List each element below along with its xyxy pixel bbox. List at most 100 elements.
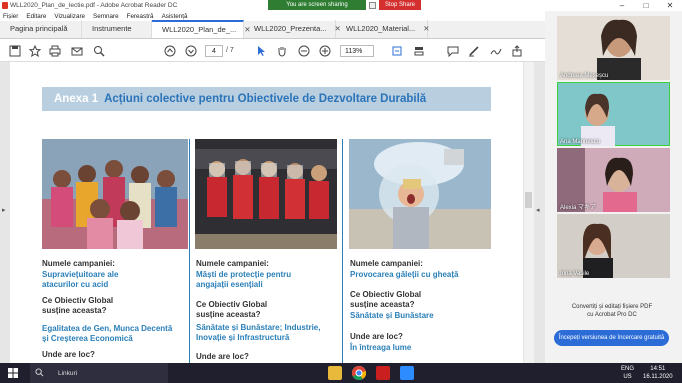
column-divider [342, 139, 343, 363]
goal-label: susține aceasta? [350, 300, 415, 309]
goal-label: Ce Obiectiv Global [196, 300, 268, 309]
pdf-page: Anexa 1 Acțiuni colective pentru Obiecti… [10, 62, 523, 363]
file-explorer-icon[interactable] [328, 366, 342, 380]
windows-start-icon[interactable] [8, 368, 18, 378]
menu-help[interactable]: Asistență [162, 13, 188, 20]
windows-taskbar: Linkuri ENG US 14:51 16.11.2020 [0, 363, 682, 383]
campaign-name-label: Numele campaniei: [42, 259, 115, 268]
sign-icon[interactable] [489, 44, 503, 58]
menu-window[interactable]: Fereastră [127, 13, 154, 20]
vertical-scrollbar[interactable] [524, 62, 534, 363]
tab-document-plan[interactable]: WLL2020_Plan_de_... ✕ [152, 20, 251, 38]
left-collapse-arrow-icon[interactable]: ▸ [2, 206, 6, 214]
goal-label: Ce Obiectiv Global [350, 290, 422, 299]
window-title: WLL2020_Plan_de_lectie.pdf - Adobe Acrob… [10, 2, 178, 9]
search-icon[interactable] [92, 44, 106, 58]
goal-value: și Creșterea Economică [42, 334, 133, 343]
page-total: / 7 [226, 47, 234, 54]
tab-home[interactable]: Pagina principală [0, 20, 82, 38]
previous-page-icon[interactable] [163, 44, 177, 58]
acrobat-taskbar-icon[interactable] [376, 366, 390, 380]
location-label: Unde are loc? [196, 352, 249, 361]
zoom-level-select[interactable]: 113% [340, 45, 374, 57]
right-panel-toggle-icon[interactable]: ◂ [536, 206, 540, 214]
language-indicator[interactable]: ENG US [621, 365, 634, 381]
location-label: Unde are loc? [350, 332, 403, 341]
annex-title: Acțiuni colective pentru Obiectivele de … [104, 93, 427, 105]
close-button[interactable]: ✕ [658, 0, 682, 11]
page-number-input[interactable]: 4 [205, 45, 223, 57]
photo-ice-bucket-challenge [349, 139, 491, 249]
system-clock[interactable]: 14:51 16.11.2020 [643, 365, 673, 381]
tab-document-plan-label: WLL2020_Plan_de_... [162, 25, 237, 34]
screen-share-bar: You are screen sharing Stop Share [268, 0, 422, 10]
language-code: ENG [621, 366, 635, 372]
participant-name: Andreea Meseșcu [560, 73, 609, 79]
video-tile[interactable]: Irina Vasile [557, 214, 670, 278]
photo-face-shields [195, 139, 337, 249]
campaign-name-value: atacurilor cu acid [42, 280, 109, 289]
close-tab-icon[interactable]: ✕ [423, 24, 429, 33]
tab-document-presentation-label: WLL2020_Prezenta... [254, 24, 327, 33]
document-viewer[interactable]: Anexa 1 Acțiuni colective pentru Obiecti… [0, 62, 545, 363]
select-cursor-icon[interactable] [254, 44, 268, 58]
menu-sign[interactable]: Semnare [93, 13, 119, 20]
share-options-icon[interactable] [369, 1, 376, 9]
goal-value: Inovație și Infrastructură [196, 333, 290, 342]
photo-acid-attack-survivors [42, 139, 188, 249]
next-page-icon[interactable] [184, 44, 198, 58]
minimize-button[interactable]: – [610, 0, 634, 11]
tab-tools[interactable]: Instrumente [82, 20, 152, 38]
menu-file[interactable]: Fișier [3, 13, 18, 20]
highlight-pen-icon[interactable] [467, 44, 481, 58]
tab-document-material[interactable]: WLL2020_Material... ✕ [336, 20, 430, 38]
zoom-in-icon[interactable] [318, 44, 332, 58]
fit-page-icon[interactable] [390, 44, 404, 58]
tab-home-label: Pagina principală [10, 24, 68, 33]
start-free-trial-button[interactable]: Începeți versiunea de încercare gratuită [554, 330, 669, 346]
zoom-out-icon[interactable] [297, 44, 311, 58]
campaign-name-value: Măști de protecție pentru [196, 270, 292, 279]
column-divider [189, 139, 190, 363]
clock-date: 16.11.2020 [643, 374, 673, 380]
promo-line-2: cu Acrobat Pro DC [587, 312, 637, 318]
annex-heading: Anexa 1 Acțiuni colective pentru Obiecti… [42, 87, 491, 111]
taskbar-search-box[interactable]: Linkuri [30, 363, 168, 383]
scroll-mode-icon[interactable] [412, 44, 426, 58]
goal-value: Sănătate și Bunăstare [350, 311, 434, 320]
video-tile[interactable]: Alexia マキア [557, 148, 670, 212]
annex-prefix: Anexa 1 [54, 93, 99, 105]
scrollbar-thumb[interactable] [525, 192, 532, 208]
window-controls: – □ ✕ [610, 0, 682, 11]
stop-share-button[interactable]: Stop Share [379, 0, 422, 10]
campaign-name-value: Provocarea gălеții cu gheață [350, 270, 459, 279]
hand-tool-icon[interactable] [275, 44, 289, 58]
participant-name: Irina Vasile [560, 271, 590, 277]
goal-value: Egalitatea de Gen, Munca Decentă [42, 324, 173, 333]
menu-view[interactable]: Vizualizare [54, 13, 85, 20]
bookmark-star-icon[interactable] [28, 44, 42, 58]
acrobat-promo: Convertiți și editați fișiere PDF cu Acr… [552, 303, 672, 319]
clock-time: 14:51 [650, 366, 666, 372]
video-tile[interactable]: Ana Marinescu [557, 82, 670, 146]
language-region: US [623, 374, 632, 380]
comment-icon[interactable] [446, 44, 460, 58]
maximize-button[interactable]: □ [634, 0, 658, 11]
participant-name: Ana Marinescu [560, 139, 601, 145]
video-tile[interactable]: Andreea Meseșcu [557, 16, 670, 80]
save-icon[interactable] [8, 44, 22, 58]
goal-label: susține aceasta? [196, 310, 261, 319]
chrome-icon[interactable] [352, 366, 367, 380]
campaign-name-label: Numele campaniei: [196, 259, 269, 268]
goal-label: Ce Obiectiv Global [42, 296, 114, 305]
tab-document-presentation[interactable]: WLL2020_Prezenta... ✕ [244, 20, 341, 38]
share-icon[interactable] [510, 44, 524, 58]
print-icon[interactable] [48, 44, 62, 58]
menu-edit[interactable]: Editare [26, 13, 46, 20]
tab-document-material-label: WLL2020_Material... [346, 24, 416, 33]
tab-tools-label: Instrumente [92, 24, 132, 33]
tab-bar: Pagina principală Instrumente WLL2020_Pl… [0, 20, 545, 39]
taskbar-search-text: Linkuri [58, 369, 78, 377]
email-icon[interactable] [70, 44, 84, 58]
zoom-taskbar-icon[interactable] [400, 366, 414, 380]
